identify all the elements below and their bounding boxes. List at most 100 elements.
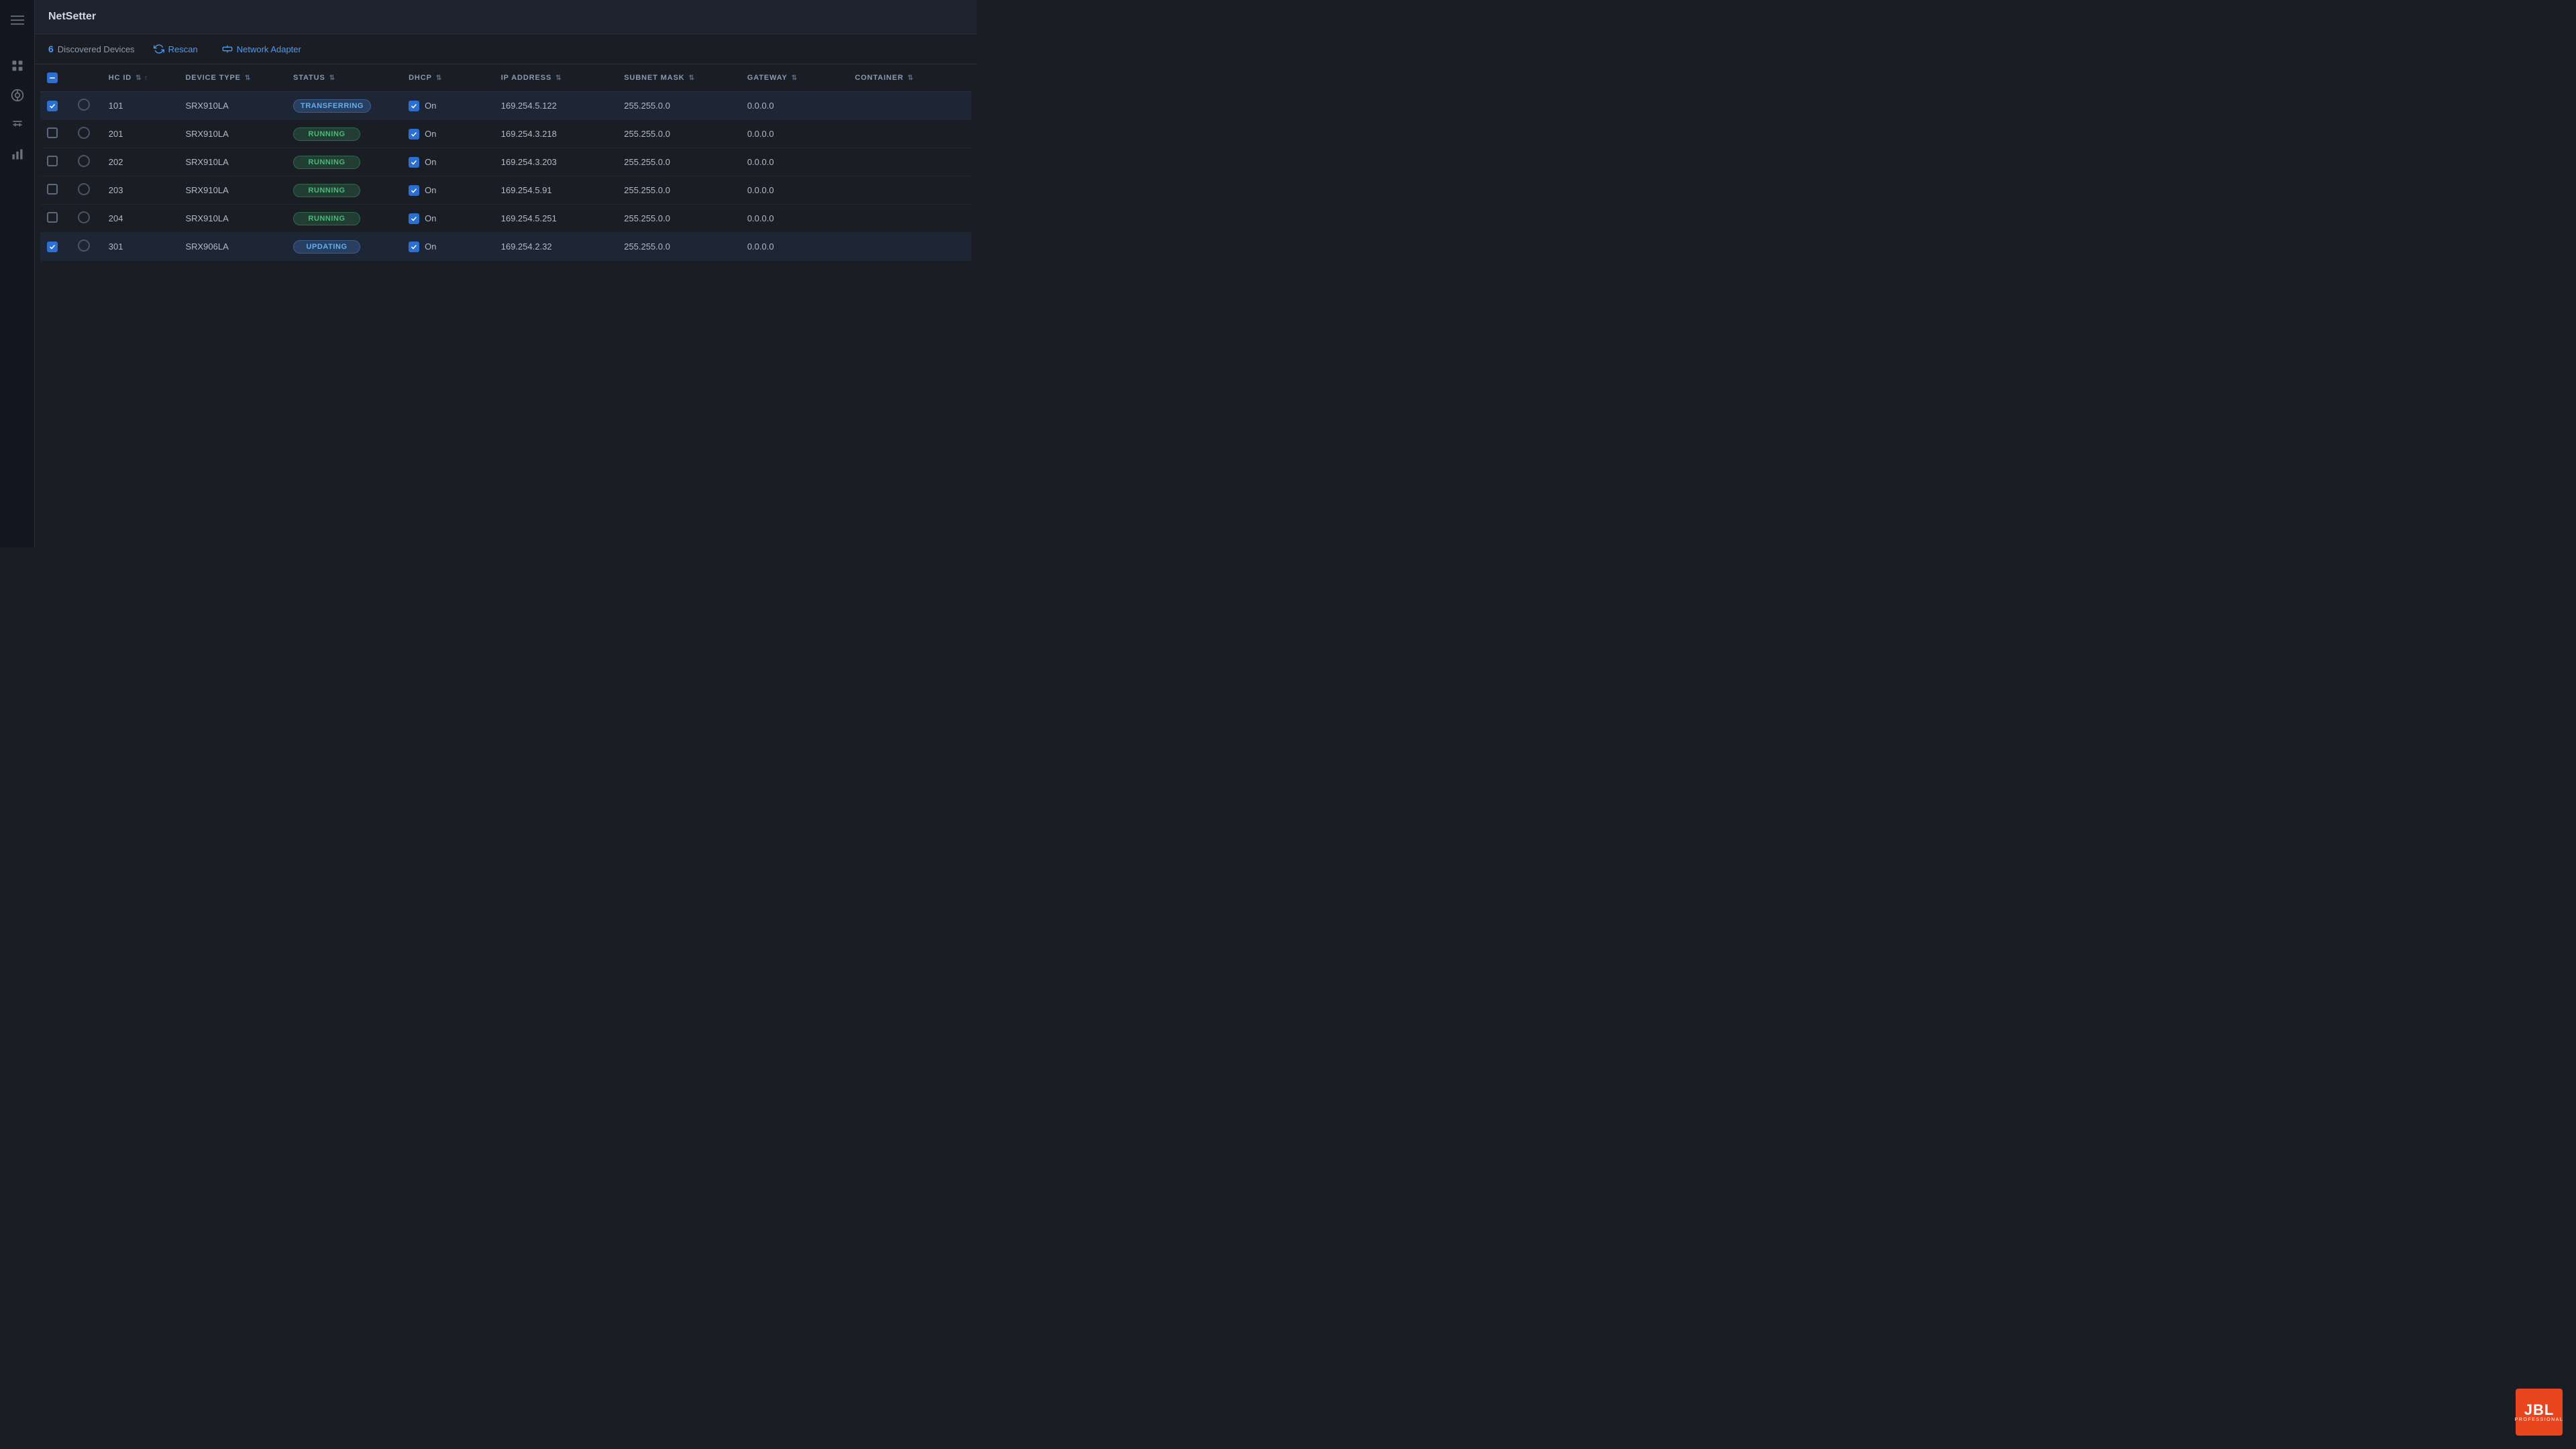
table-row[interactable]: 204SRX910LARUNNINGOn169.254.5.251255.255… — [40, 205, 971, 233]
jbl-subtext: PROFESSIONAL — [2515, 1417, 2563, 1422]
dhcp-checkbox[interactable] — [409, 241, 419, 252]
discovered-devices-count: 6 Discovered Devices — [48, 44, 135, 54]
row-checkbox-301[interactable] — [47, 241, 58, 252]
row-ip-address: 169.254.3.203 — [494, 148, 618, 176]
discovered-number: 6 — [48, 44, 54, 54]
sidebar-settings-icon[interactable] — [5, 113, 30, 137]
sidebar-menu-icon[interactable] — [5, 8, 30, 32]
table-row[interactable]: 301SRX906LAUPDATINGOn169.254.2.32255.255… — [40, 233, 971, 261]
row-checkbox-201[interactable] — [47, 127, 58, 138]
sidebar-network-icon[interactable] — [5, 83, 30, 107]
main-content: NetSetter 6 Discovered Devices Rescan Ne… — [35, 0, 977, 547]
gateway-sort-icon[interactable]: ⇅ — [792, 74, 798, 82]
table-body: 101SRX910LATRANSFERRINGOn169.254.5.12225… — [40, 92, 971, 261]
hcid-sort-icon[interactable]: ⇅ ↑ — [136, 74, 148, 82]
row-device-type: SRX910LA — [178, 176, 286, 205]
sidebar-dashboard-icon[interactable] — [5, 54, 30, 78]
row-gateway: 0.0.0.0 — [741, 148, 849, 176]
row-subnet-mask: 255.255.0.0 — [617, 233, 741, 261]
row-hcid: 203 — [102, 176, 179, 205]
device-type-sort-icon[interactable]: ⇅ — [245, 74, 251, 82]
devices-table-wrap: HC ID ⇅ ↑ DEVICE TYPE ⇅ STATUS ⇅ — [35, 64, 977, 547]
select-all-checkbox[interactable] — [47, 72, 58, 83]
dhcp-sort-icon[interactable]: ⇅ — [436, 74, 442, 82]
rescan-label: Rescan — [168, 44, 198, 54]
table-header: HC ID ⇅ ↑ DEVICE TYPE ⇅ STATUS ⇅ — [40, 64, 971, 92]
row-container — [848, 176, 971, 205]
header-ip-address: IP ADDRESS ⇅ — [494, 64, 618, 92]
dhcp-label: On — [425, 213, 436, 223]
row-container — [848, 92, 971, 120]
subnet-sort-icon[interactable]: ⇅ — [689, 74, 695, 82]
row-dhcp: On — [409, 185, 488, 196]
table-row[interactable]: 203SRX910LARUNNINGOn169.254.5.91255.255.… — [40, 176, 971, 205]
row-gateway: 0.0.0.0 — [741, 176, 849, 205]
row-hcid: 101 — [102, 92, 179, 120]
header-container: CONTAINER ⇅ — [848, 64, 971, 92]
dhcp-checkbox[interactable] — [409, 129, 419, 140]
row-hcid: 201 — [102, 120, 179, 148]
row-dhcp: On — [409, 157, 488, 168]
row-dhcp: On — [409, 129, 488, 140]
status-badge: UPDATING — [293, 240, 360, 254]
row-circle-204 — [78, 211, 90, 223]
jbl-logo: JBL PROFESSIONAL — [2516, 1389, 2563, 1436]
row-subnet-mask: 255.255.0.0 — [617, 92, 741, 120]
row-gateway: 0.0.0.0 — [741, 205, 849, 233]
row-device-type: SRX910LA — [178, 92, 286, 120]
row-container — [848, 120, 971, 148]
status-badge: RUNNING — [293, 212, 360, 225]
row-circle-301 — [78, 239, 90, 252]
discovered-label: Discovered Devices — [58, 44, 135, 54]
row-hcid: 204 — [102, 205, 179, 233]
row-container — [848, 205, 971, 233]
toolbar: 6 Discovered Devices Rescan Network Adap… — [35, 34, 977, 64]
row-dhcp: On — [409, 241, 488, 252]
row-dhcp: On — [409, 101, 488, 111]
row-checkbox-203[interactable] — [47, 184, 58, 195]
row-gateway: 0.0.0.0 — [741, 233, 849, 261]
row-checkbox-101[interactable] — [47, 101, 58, 111]
row-dhcp: On — [409, 213, 488, 224]
sidebar-analytics-icon[interactable] — [5, 142, 30, 166]
status-badge: RUNNING — [293, 184, 360, 197]
titlebar: NetSetter — [35, 0, 977, 34]
table-row[interactable]: 202SRX910LARUNNINGOn169.254.3.203255.255… — [40, 148, 971, 176]
dhcp-checkbox[interactable] — [409, 185, 419, 196]
row-checkbox-202[interactable] — [47, 156, 58, 166]
header-checkbox-col — [40, 64, 71, 92]
row-gateway: 0.0.0.0 — [741, 120, 849, 148]
row-circle-201 — [78, 127, 90, 139]
dhcp-label: On — [425, 101, 436, 111]
row-subnet-mask: 255.255.0.0 — [617, 120, 741, 148]
row-container — [848, 148, 971, 176]
network-adapter-button[interactable]: Network Adapter — [217, 41, 307, 57]
ip-sort-icon[interactable]: ⇅ — [555, 74, 561, 82]
table-row[interactable]: 101SRX910LATRANSFERRINGOn169.254.5.12225… — [40, 92, 971, 120]
row-ip-address: 169.254.5.122 — [494, 92, 618, 120]
header-hcid: HC ID ⇅ ↑ — [102, 64, 179, 92]
dhcp-checkbox[interactable] — [409, 213, 419, 224]
row-device-type: SRX910LA — [178, 205, 286, 233]
dhcp-checkbox[interactable] — [409, 157, 419, 168]
row-circle-101 — [78, 99, 90, 111]
row-ip-address: 169.254.2.32 — [494, 233, 618, 261]
dhcp-label: On — [425, 157, 436, 167]
row-device-type: SRX906LA — [178, 233, 286, 261]
rescan-icon — [154, 44, 164, 54]
table-row[interactable]: 201SRX910LARUNNINGOn169.254.3.218255.255… — [40, 120, 971, 148]
header-gateway: GATEWAY ⇅ — [741, 64, 849, 92]
app-title: NetSetter — [48, 11, 96, 22]
network-adapter-icon — [222, 44, 233, 54]
row-circle-203 — [78, 183, 90, 195]
container-sort-icon[interactable]: ⇅ — [908, 74, 914, 82]
dhcp-checkbox[interactable] — [409, 101, 419, 111]
dhcp-label: On — [425, 241, 436, 252]
status-sort-icon[interactable]: ⇅ — [329, 74, 335, 82]
rescan-button[interactable]: Rescan — [148, 41, 203, 57]
row-gateway: 0.0.0.0 — [741, 92, 849, 120]
row-hcid: 202 — [102, 148, 179, 176]
row-subnet-mask: 255.255.0.0 — [617, 176, 741, 205]
header-dhcp: DHCP ⇅ — [402, 64, 494, 92]
row-checkbox-204[interactable] — [47, 212, 58, 223]
